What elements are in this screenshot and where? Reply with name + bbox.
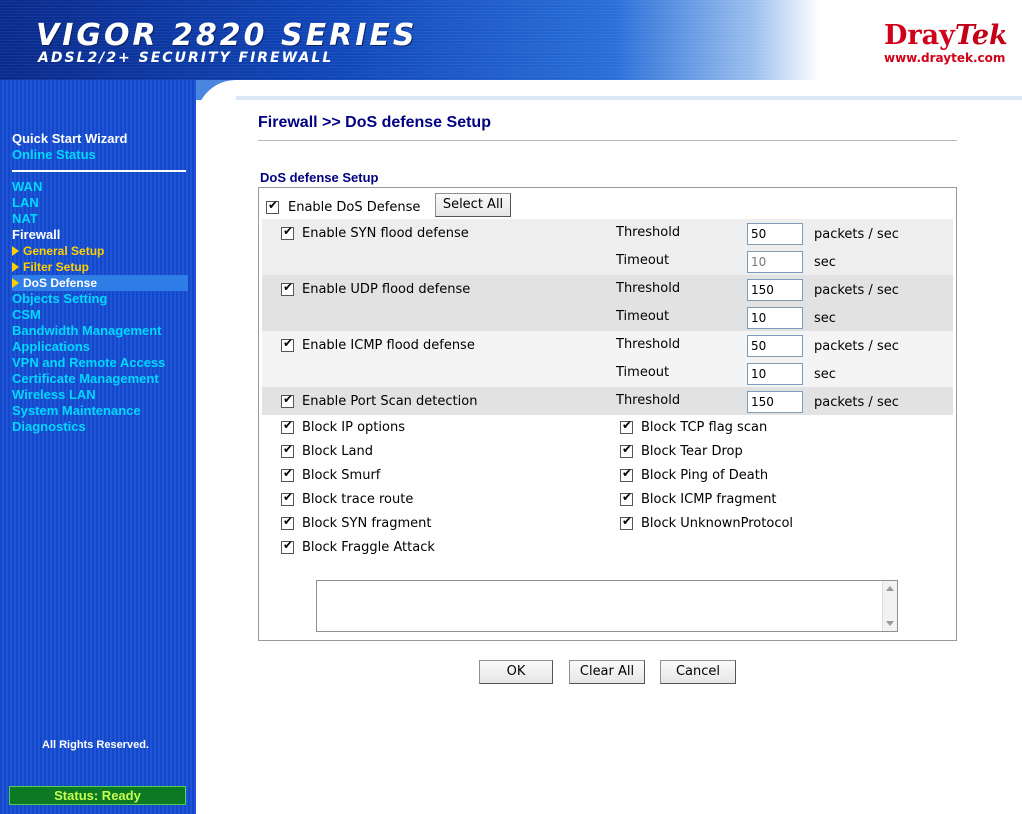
section-title: DoS defense Setup	[260, 170, 379, 185]
textarea-scrollbar[interactable]	[882, 581, 897, 631]
page-title: Firewall >> DoS defense Setup	[258, 114, 491, 131]
nav-general-setup[interactable]: General Setup	[12, 244, 104, 258]
block-fraggle-attack-label: Block Fraggle Attack	[302, 540, 435, 555]
nav-divider	[12, 170, 186, 172]
udp-timeout-unit: sec	[814, 311, 836, 326]
udp-threshold-label: Threshold	[616, 281, 681, 296]
udp-timeout-label: Timeout	[616, 309, 670, 324]
block-unknown-protocol-checkbox[interactable]	[620, 514, 633, 530]
header: VIGOR 2820 SERIES ADSL2/2+ SECURITY FIRE…	[0, 0, 1022, 84]
nav-lan[interactable]: LAN	[12, 195, 39, 210]
block-tcp-flag-scan-checkbox[interactable]	[620, 418, 633, 434]
brand-url[interactable]: www.draytek.com	[884, 51, 1005, 65]
nav-bandwidth-management[interactable]: Bandwidth Management	[12, 323, 162, 338]
brand-logo-part2: Tek	[954, 20, 1008, 51]
select-all-button[interactable]: Select All	[435, 193, 511, 217]
syn-threshold-input[interactable]	[747, 223, 803, 245]
block-fraggle-attack-checkbox[interactable]	[281, 538, 294, 554]
block-land-checkbox[interactable]	[281, 442, 294, 458]
triangle-right-icon	[12, 262, 19, 272]
nav-wan[interactable]: WAN	[12, 179, 42, 194]
enable-dos-label: Enable DoS Defense	[288, 200, 421, 215]
icmp-flood-label: Enable ICMP flood defense	[302, 338, 475, 353]
log-textarea[interactable]	[316, 580, 898, 632]
portscan-threshold-input[interactable]	[747, 391, 803, 413]
udp-flood-label: Enable UDP flood defense	[302, 282, 471, 297]
nav-applications[interactable]: Applications	[12, 339, 90, 354]
udp-threshold-input[interactable]	[747, 279, 803, 301]
nav-quick-start-wizard[interactable]: Quick Start Wizard	[12, 131, 127, 146]
block-ip-options-checkbox[interactable]	[281, 418, 294, 434]
block-ping-of-death-checkbox[interactable]	[620, 466, 633, 482]
nav-general-setup-label: General Setup	[23, 244, 105, 258]
block-land-label: Block Land	[302, 444, 373, 459]
udp-threshold-unit: packets / sec	[814, 283, 899, 298]
icmp-threshold-label: Threshold	[616, 337, 681, 352]
block-unknown-protocol-label: Block UnknownProtocol	[641, 516, 794, 531]
icmp-threshold-unit: packets / sec	[814, 339, 899, 354]
udp-flood-checkbox[interactable]	[281, 280, 294, 296]
nav-certificate-management[interactable]: Certificate Management	[12, 371, 159, 386]
nav-wireless-lan[interactable]: Wireless LAN	[12, 387, 96, 402]
brand-logo-part1: Dray	[884, 20, 955, 51]
icmp-timeout-input[interactable]	[747, 363, 803, 385]
cancel-button[interactable]: Cancel	[660, 660, 736, 684]
syn-timeout-unit: sec	[814, 255, 836, 270]
ok-button[interactable]: OK	[479, 660, 553, 684]
icmp-threshold-input[interactable]	[747, 335, 803, 357]
nav-firewall[interactable]: Firewall	[12, 227, 60, 242]
block-trace-route-checkbox[interactable]	[281, 490, 294, 506]
nav-online-status[interactable]: Online Status	[12, 147, 96, 162]
nav-vpn-remote-access[interactable]: VPN and Remote Access	[12, 355, 165, 370]
syn-flood-label: Enable SYN flood defense	[302, 226, 469, 241]
nav-filter-setup[interactable]: Filter Setup	[12, 260, 89, 274]
icmp-flood-checkbox[interactable]	[281, 336, 294, 352]
nav-diagnostics[interactable]: Diagnostics	[12, 419, 86, 434]
block-syn-fragment-checkbox[interactable]	[281, 514, 294, 530]
port-scan-label: Enable Port Scan detection	[302, 394, 478, 409]
block-ping-of-death-label: Block Ping of Death	[641, 468, 769, 483]
block-smurf-label: Block Smurf	[302, 468, 381, 483]
title-divider	[258, 140, 957, 141]
product-title: VIGOR 2820 SERIES	[36, 18, 418, 53]
block-ip-options-label: Block IP options	[302, 420, 405, 435]
nav-nat[interactable]: NAT	[12, 211, 38, 226]
syn-timeout-label: Timeout	[616, 253, 670, 268]
portscan-threshold-unit: packets / sec	[814, 395, 899, 410]
triangle-right-icon	[12, 246, 19, 256]
clear-all-button[interactable]: Clear All	[569, 660, 645, 684]
product-subtitle: ADSL2/2+ SECURITY FIREWALL	[38, 50, 334, 66]
port-scan-checkbox[interactable]	[281, 392, 294, 408]
icmp-timeout-unit: sec	[814, 367, 836, 382]
block-smurf-checkbox[interactable]	[281, 466, 294, 482]
block-tcp-flag-scan-label: Block TCP flag scan	[641, 420, 768, 435]
scroll-down-icon[interactable]	[886, 621, 894, 626]
content-top-edge	[236, 80, 1022, 100]
status-indicator: Status: Ready	[9, 786, 186, 805]
scroll-up-icon[interactable]	[886, 586, 894, 591]
syn-flood-checkbox[interactable]	[281, 224, 294, 240]
block-tear-drop-label: Block Tear Drop	[641, 444, 743, 459]
nav-filter-setup-label: Filter Setup	[23, 260, 90, 274]
nav-objects-setting[interactable]: Objects Setting	[12, 291, 107, 306]
block-tear-drop-checkbox[interactable]	[620, 442, 633, 458]
nav-system-maintenance[interactable]: System Maintenance	[12, 403, 141, 418]
syn-timeout-input[interactable]	[747, 251, 803, 273]
block-icmp-fragment-checkbox[interactable]	[620, 490, 633, 506]
triangle-right-icon	[12, 278, 19, 288]
brand-logo: DrayTek	[884, 20, 1008, 51]
enable-dos-checkbox[interactable]	[266, 198, 279, 214]
syn-threshold-unit: packets / sec	[814, 227, 899, 242]
portscan-threshold-label: Threshold	[616, 393, 681, 408]
nav-csm[interactable]: CSM	[12, 307, 41, 322]
icmp-timeout-label: Timeout	[616, 365, 670, 380]
copyright-text: All Rights Reserved.	[42, 739, 149, 751]
nav-dos-defense[interactable]: DoS Defense	[12, 275, 188, 291]
block-trace-route-label: Block trace route	[302, 492, 414, 507]
syn-threshold-label: Threshold	[616, 225, 681, 240]
block-icmp-fragment-label: Block ICMP fragment	[641, 492, 777, 507]
nav-dos-defense-label: DoS Defense	[23, 276, 98, 290]
block-syn-fragment-label: Block SYN fragment	[302, 516, 432, 531]
udp-timeout-input[interactable]	[747, 307, 803, 329]
